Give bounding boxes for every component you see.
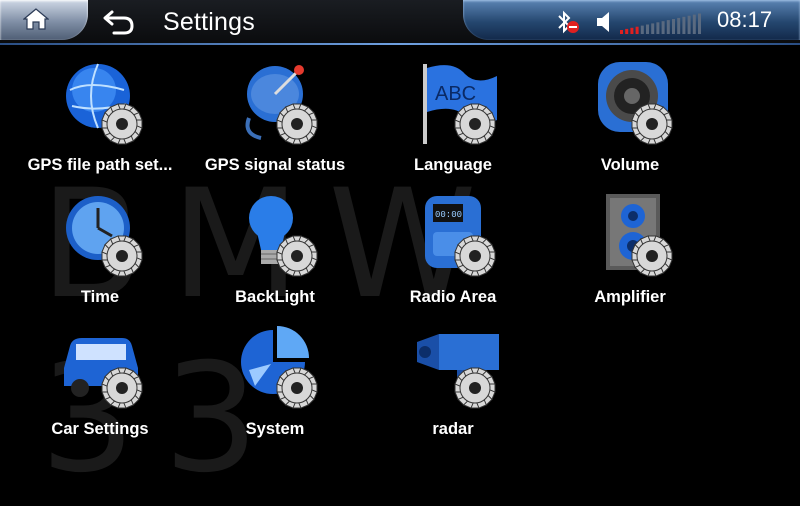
globe-gear-icon	[66, 63, 143, 145]
menu-item-car-settings[interactable]: Car Settings	[25, 324, 175, 444]
volume-bar-segment	[630, 27, 634, 34]
volume-bar-segment	[620, 30, 623, 34]
volume-bar-segment	[666, 20, 670, 34]
clock: 08:17	[717, 7, 773, 32]
menu-item-radio-area[interactable]: 00:00 Radio Area	[378, 192, 528, 312]
menu-item-label: Volume	[600, 156, 660, 174]
radar-camera-gear-icon	[417, 334, 499, 409]
back-button[interactable]	[98, 6, 142, 38]
menu-item-volume[interactable]: Volume	[555, 60, 705, 180]
volume-bar-segment	[656, 22, 660, 34]
menu-item-system[interactable]: System	[200, 324, 350, 444]
volume-bar-segment	[698, 13, 701, 34]
menu-item-label: GPS signal status	[204, 156, 346, 174]
menu-item-label: Amplifier	[594, 288, 666, 306]
lightbulb-gear-icon	[249, 196, 318, 277]
menu-item-label: Car Settings	[51, 420, 149, 438]
satellite-gear-icon	[245, 65, 318, 145]
volume-bar-segment	[646, 24, 649, 34]
menu-item-language[interactable]: ABC Language	[378, 60, 528, 180]
svg-text:ABC: ABC	[435, 83, 476, 105]
pie-chart-gear-icon	[241, 326, 318, 409]
bluetooth-disconnected-icon[interactable]	[553, 10, 581, 34]
volume-bar-segment	[661, 21, 665, 34]
volume-bar-segment	[640, 25, 644, 34]
volume-bar-segment	[672, 19, 675, 34]
menu-item-label: radar	[432, 420, 474, 438]
menu-item-time[interactable]: Time	[25, 192, 175, 312]
menu-item-label: GPS file path set...	[27, 156, 173, 174]
volume-bar-segment	[677, 17, 681, 34]
speaker-gear-icon	[598, 62, 673, 145]
volume-bar-segment	[625, 28, 629, 34]
menu-item-gps-signal-status[interactable]: GPS signal status	[200, 60, 350, 180]
svg-text:00:00: 00:00	[435, 210, 462, 220]
menu-item-label: BackLight	[235, 288, 315, 306]
page-title: Settings	[163, 8, 255, 36]
back-arrow-icon	[103, 10, 134, 35]
volume-bar-segment	[651, 23, 655, 34]
volume-bar-segment	[687, 15, 691, 34]
clock-gear-icon	[66, 196, 143, 277]
menu-item-radar[interactable]: radar	[378, 324, 528, 444]
speaker-icon[interactable]	[595, 11, 615, 33]
home-button[interactable]	[0, 0, 88, 40]
car-gear-icon	[64, 338, 143, 409]
amplifier-gear-icon	[606, 194, 673, 277]
menu-item-gps-file-path[interactable]: GPS file path set...	[25, 60, 175, 180]
volume-bar-segment	[692, 14, 696, 34]
header-divider	[0, 43, 800, 45]
radio-gear-icon: 00:00	[425, 196, 496, 277]
menu-item-amplifier[interactable]: Amplifier	[555, 192, 705, 312]
menu-item-label: Radio Area	[409, 288, 497, 306]
home-icon	[23, 8, 49, 30]
volume-level-bar[interactable]	[620, 12, 704, 34]
abc-flag-gear-icon: ABC	[423, 64, 497, 145]
menu-item-backlight[interactable]: BackLight	[200, 192, 350, 312]
menu-item-label: Time	[80, 288, 120, 306]
volume-bar-segment	[682, 16, 686, 34]
menu-item-label: System	[245, 420, 305, 438]
menu-item-label: Language	[414, 156, 492, 174]
volume-bar-segment	[635, 26, 639, 34]
